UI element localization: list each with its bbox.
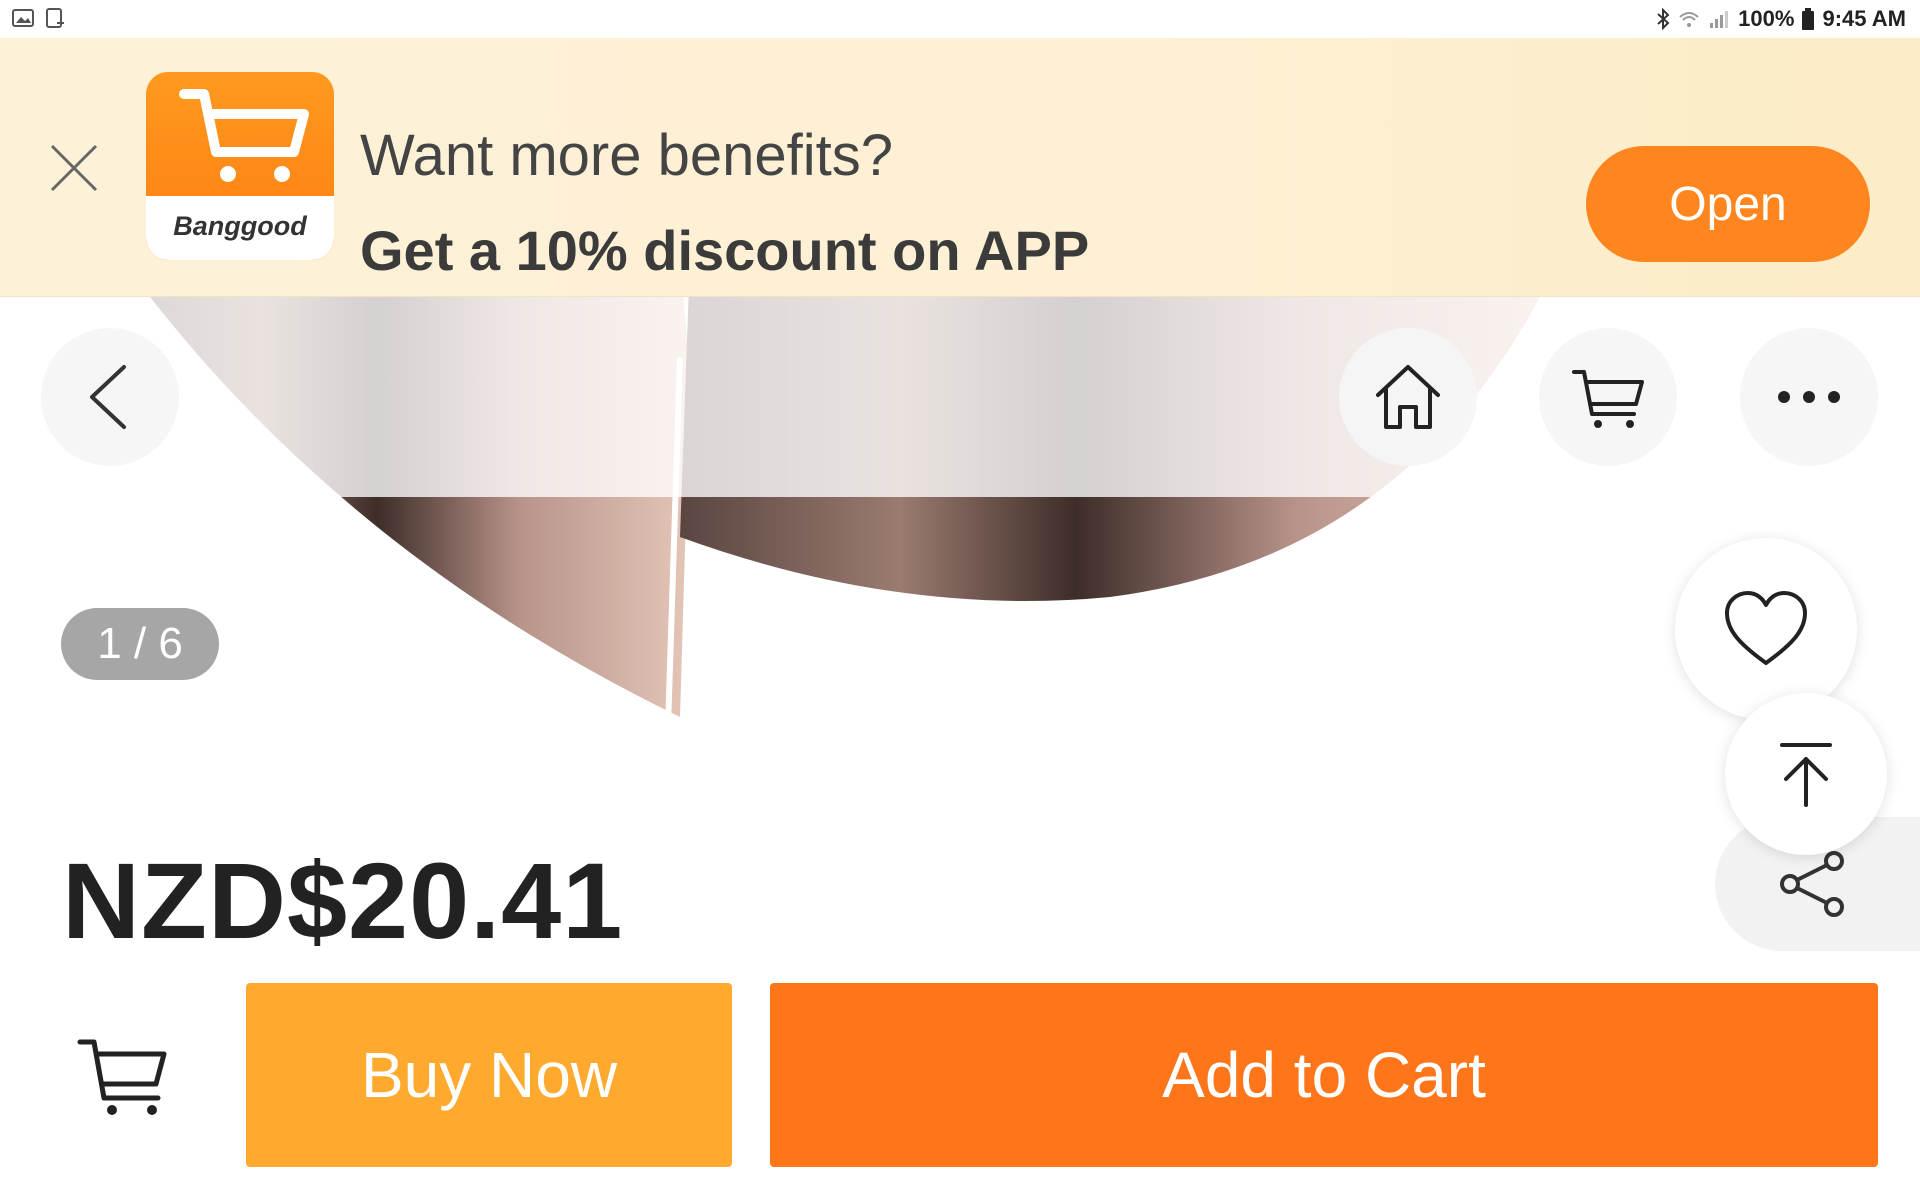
heart-icon <box>1725 591 1807 665</box>
chevron-left-icon <box>90 365 126 429</box>
cart-button[interactable] <box>1539 328 1677 466</box>
battery-percent: 100% <box>1738 6 1795 31</box>
cart-icon <box>1572 370 1644 428</box>
banggood-app-logo: Banggood <box>146 72 334 260</box>
home-icon <box>1376 365 1440 429</box>
app-promo-banner: Banggood Want more benefits? Get a 10% d… <box>0 38 1920 297</box>
buy-now-button[interactable]: Buy Now <box>246 983 732 1167</box>
back-button[interactable] <box>41 328 179 466</box>
product-price: NZD$20.41 <box>62 840 624 961</box>
back-to-top-icon <box>1780 743 1832 807</box>
status-left-icons <box>12 8 66 28</box>
home-button[interactable] <box>1339 328 1477 466</box>
device-icon <box>46 8 64 28</box>
status-time: 9:45 AM <box>1822 6 1906 31</box>
wishlist-button[interactable] <box>1675 538 1857 720</box>
share-icon <box>1779 851 1844 917</box>
gallery-icon <box>12 9 34 27</box>
status-right: 100% 9:45 AM <box>1656 6 1906 32</box>
back-to-top-button[interactable] <box>1725 693 1887 855</box>
wifi-icon <box>1679 12 1699 27</box>
more-dots-icon <box>1778 391 1840 403</box>
bluetooth-icon <box>1657 8 1670 30</box>
banner-subtitle: Get a 10% discount on APP <box>360 219 1090 282</box>
signal-icon <box>1710 11 1729 28</box>
close-icon[interactable] <box>46 140 102 196</box>
more-button[interactable] <box>1740 328 1878 466</box>
image-counter: 1 / 6 <box>61 608 219 680</box>
logo-cart-icon <box>179 89 309 182</box>
open-app-button[interactable]: Open <box>1586 146 1870 262</box>
cart-icon[interactable] <box>76 1036 168 1116</box>
status-bar: 100% 9:45 AM <box>0 0 1920 39</box>
add-to-cart-button[interactable]: Add to Cart <box>770 983 1878 1167</box>
banner-title: Want more benefits? <box>360 123 893 188</box>
battery-icon <box>1802 8 1815 30</box>
logo-text: Banggood <box>173 211 307 241</box>
